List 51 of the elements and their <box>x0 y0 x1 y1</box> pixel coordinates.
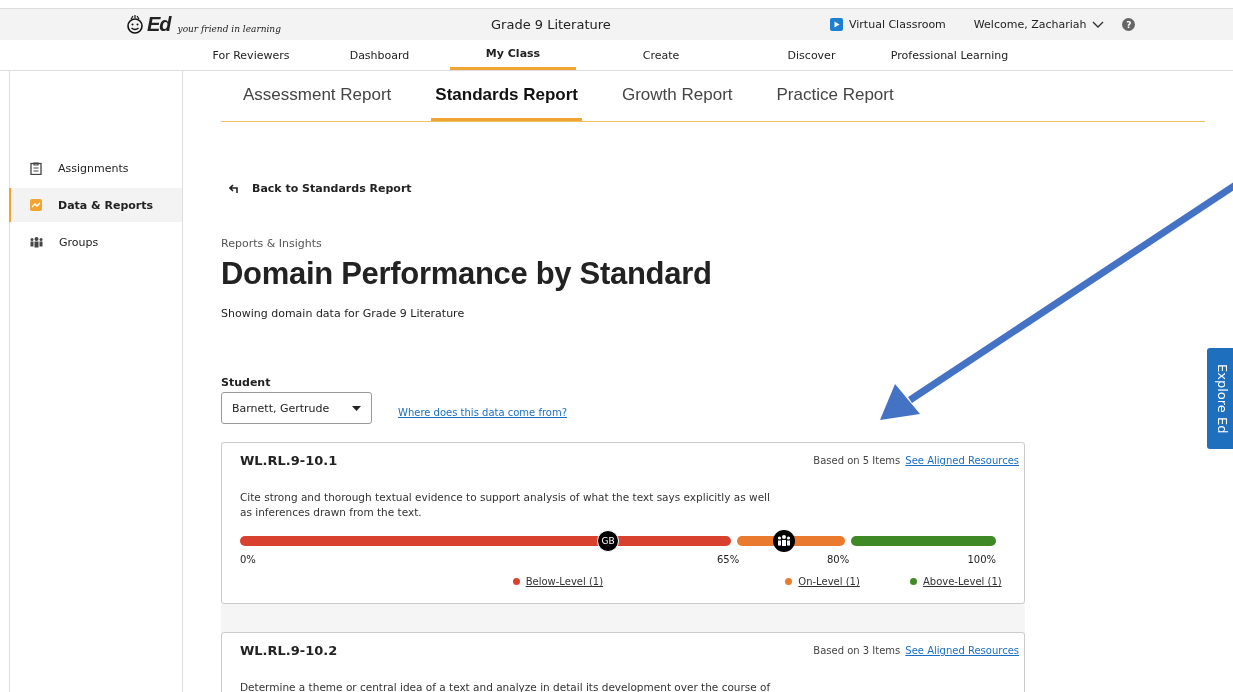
aligned-resources-link[interactable]: See Aligned Resources <box>905 645 1019 656</box>
legend-link[interactable]: On-Level (1) <box>798 576 860 587</box>
threshold-label: 0% <box>240 554 256 565</box>
legend-link[interactable]: Below-Level (1) <box>525 576 604 587</box>
threshold-label: 65% <box>716 554 740 565</box>
standard-code: WL.RL.9-10.2 <box>240 643 339 658</box>
report-tab[interactable]: Growth Report <box>618 71 737 118</box>
nav-tab[interactable]: My Class <box>450 40 576 70</box>
item-count: Based on 5 Items <box>813 455 901 466</box>
student-dropdown[interactable]: Barnett, Gertrude <box>221 392 372 424</box>
back-link[interactable]: Back to Standards Report <box>229 182 412 195</box>
threshold-label: 100% <box>967 554 996 565</box>
sidebar-item[interactable]: Groups <box>9 225 182 259</box>
logo-text[interactable]: Ed <box>147 13 171 36</box>
clipboard-icon <box>30 161 42 175</box>
group-marker-icon[interactable] <box>773 530 796 552</box>
virtual-classroom-link[interactable]: Virtual Classroom <box>849 18 946 31</box>
standard-code: WL.RL.9-10.1 <box>240 453 339 468</box>
caret-icon <box>352 405 361 411</box>
logo-tagline: your friend in learning <box>177 23 281 34</box>
report-tab[interactable]: Practice Report <box>772 71 898 118</box>
student-marker[interactable]: GB <box>597 530 620 552</box>
page-subheading: Showing domain data for Grade 9 Literature <box>221 307 466 320</box>
legend-link[interactable]: Above-Level (1) <box>922 576 1002 587</box>
nav-tab[interactable]: Professional Learning <box>877 40 1022 70</box>
report-tab[interactable]: Assessment Report <box>239 71 396 118</box>
data-source-link[interactable]: Where does this data come from? <box>398 406 567 418</box>
sidebar-item[interactable]: Assignments <box>9 151 182 185</box>
student-label: Student <box>221 376 272 389</box>
nav-tab[interactable]: Dashboard <box>309 40 450 70</box>
nav-tab[interactable]: Discover <box>746 40 877 70</box>
smiley-logo-icon <box>125 14 145 35</box>
back-arrow-icon <box>229 184 240 193</box>
item-count: Based on 3 Items <box>813 645 901 656</box>
standard-description: Cite strong and thorough textual evidence to support analysis of what the text says explicitly as well as inferences drawn from the text. <box>240 490 771 520</box>
explore-tab[interactable]: Explore Ed <box>1207 348 1233 449</box>
page-heading: Domain Performance by Standard <box>221 256 713 292</box>
chart-icon <box>30 199 42 211</box>
class-title: Grade 9 Literature <box>491 17 611 32</box>
video-icon <box>830 18 843 31</box>
nav-tab[interactable]: For Reviewers <box>193 40 309 70</box>
help-button[interactable]: ? <box>1122 18 1136 31</box>
people-icon <box>30 236 43 248</box>
sidebar-item[interactable]: Data & Reports <box>9 188 182 222</box>
aligned-resources-link[interactable]: See Aligned Resources <box>905 455 1019 466</box>
report-tab[interactable]: Standards Report <box>431 71 582 121</box>
nav-tab[interactable]: Create <box>576 40 746 70</box>
chevron-down-icon <box>1092 20 1105 29</box>
account-menu-button[interactable]: Welcome, Zachariah <box>973 18 1105 31</box>
section-label: Reports & Insights <box>221 237 323 250</box>
threshold-label: 80% <box>827 554 850 565</box>
